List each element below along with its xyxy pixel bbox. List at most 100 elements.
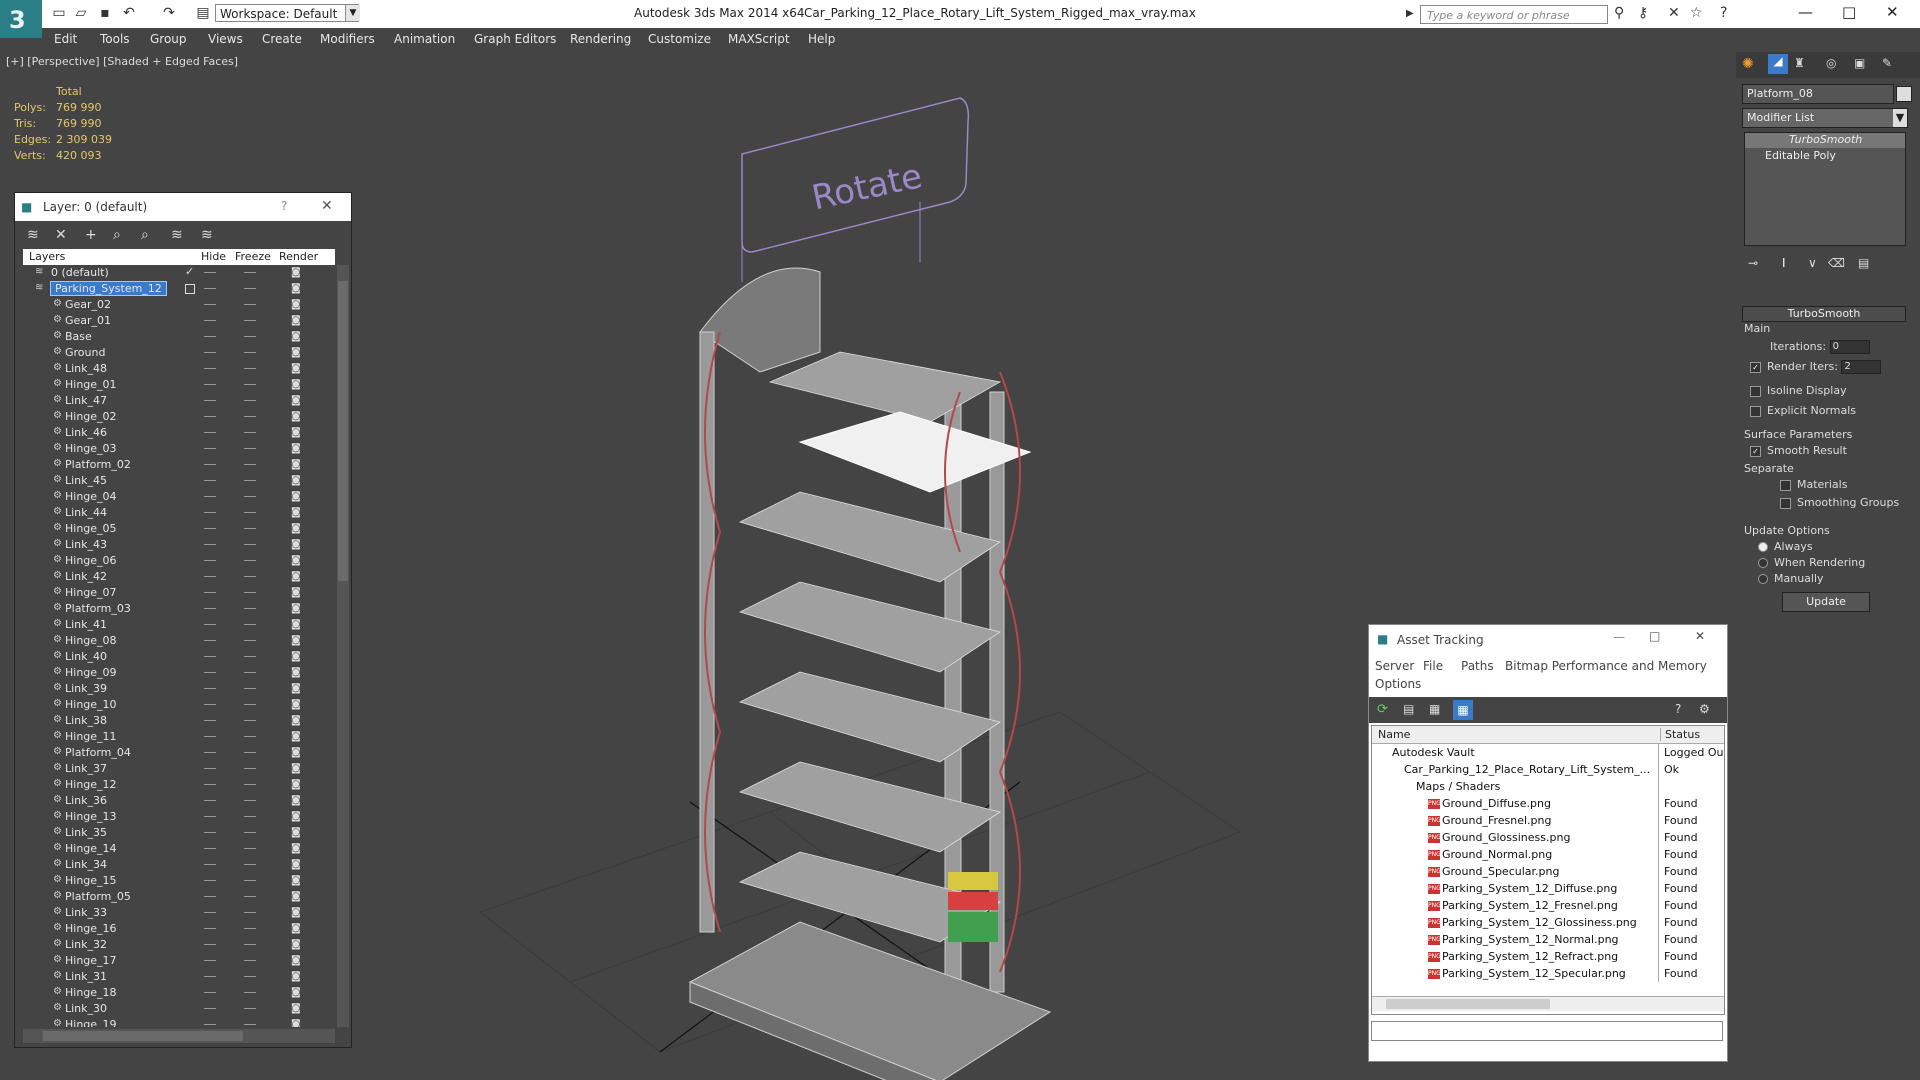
render-teapot-icon[interactable]: ◙ bbox=[291, 267, 301, 278]
manually-radio[interactable] bbox=[1758, 574, 1768, 584]
layer-row[interactable]: ⚙ Hinge_06 ◙ bbox=[23, 553, 335, 569]
layer-row[interactable]: ⚙ Hinge_09 ◙ bbox=[23, 665, 335, 681]
freeze-toggle[interactable] bbox=[244, 960, 256, 961]
layer-name[interactable]: Hinge_11 bbox=[65, 730, 117, 743]
scrollbar-thumb[interactable] bbox=[43, 1031, 243, 1041]
maximize-icon[interactable]: □ bbox=[1842, 3, 1856, 21]
asset-row[interactable]: PNGParking_System_12_Specular.png Found bbox=[1372, 965, 1724, 982]
layer-row[interactable]: ⚙ Hinge_01 ◙ bbox=[23, 377, 335, 393]
freeze-toggle[interactable] bbox=[244, 912, 256, 913]
freeze-toggle[interactable] bbox=[244, 784, 256, 785]
render-teapot-icon[interactable]: ◙ bbox=[291, 411, 301, 422]
freeze-toggle[interactable] bbox=[244, 560, 256, 561]
layer-row[interactable]: ⚙ Hinge_05 ◙ bbox=[23, 521, 335, 537]
help-icon[interactable]: ? bbox=[1720, 5, 1727, 21]
render-teapot-icon[interactable]: ◙ bbox=[291, 843, 301, 854]
hide-toggle[interactable] bbox=[204, 704, 216, 705]
help-icon[interactable]: ? bbox=[1675, 702, 1681, 716]
hide-toggle[interactable] bbox=[204, 608, 216, 609]
hierarchy-tab-icon[interactable]: ♜ bbox=[1794, 56, 1805, 70]
hide-toggle[interactable] bbox=[204, 848, 216, 849]
hide-toggle[interactable] bbox=[204, 976, 216, 977]
expand-search-icon[interactable]: ▶ bbox=[1406, 8, 1414, 19]
layer-row[interactable]: ⚙ Link_33 ◙ bbox=[23, 905, 335, 921]
layer-row[interactable]: ⚙ Link_37 ◙ bbox=[23, 761, 335, 777]
object-name-field[interactable]: Platform_08 bbox=[1742, 84, 1894, 104]
hide-toggle[interactable] bbox=[204, 400, 216, 401]
render-teapot-icon[interactable]: ◙ bbox=[291, 363, 301, 374]
layer-row[interactable]: ⚙ Link_30 ◙ bbox=[23, 1001, 335, 1017]
hide-toggle[interactable] bbox=[204, 480, 216, 481]
layer-row[interactable]: ⚙ Hinge_10 ◙ bbox=[23, 697, 335, 713]
layer-name[interactable]: Link_41 bbox=[65, 618, 107, 631]
asset-row[interactable]: Autodesk Vault Logged Ou bbox=[1372, 744, 1724, 761]
col-render[interactable]: Render bbox=[279, 250, 318, 263]
asset-row[interactable]: PNGParking_System_12_Diffuse.png Found bbox=[1372, 880, 1724, 897]
render-teapot-icon[interactable]: ◙ bbox=[291, 667, 301, 678]
render-teapot-icon[interactable]: ◙ bbox=[291, 971, 301, 982]
hide-toggle[interactable] bbox=[204, 816, 216, 817]
maximize-icon[interactable]: □ bbox=[1649, 629, 1660, 643]
layer-row[interactable]: ⚙ Link_32 ◙ bbox=[23, 937, 335, 953]
asset-row[interactable]: Car_Parking_12_Place_Rotary_Lift_System_… bbox=[1372, 761, 1724, 778]
hide-toggle[interactable] bbox=[204, 560, 216, 561]
freeze-toggle[interactable] bbox=[244, 768, 256, 769]
stack-item-editable-poly[interactable]: Editable Poly bbox=[1745, 149, 1905, 164]
layer-name[interactable]: Gear_02 bbox=[65, 298, 111, 311]
layer-row[interactable]: ⚙ Hinge_15 ◙ bbox=[23, 873, 335, 889]
table-view-icon[interactable]: ▦ bbox=[1453, 700, 1473, 720]
layer-row[interactable]: ⚙ Hinge_07 ◙ bbox=[23, 585, 335, 601]
hide-toggle[interactable] bbox=[204, 368, 216, 369]
hide-toggle[interactable] bbox=[204, 336, 216, 337]
layer-vertical-scrollbar[interactable] bbox=[337, 265, 349, 1027]
configure-sets-icon[interactable]: ▤ bbox=[1858, 256, 1869, 270]
layer-name[interactable]: Link_47 bbox=[65, 394, 107, 407]
hide-toggle[interactable] bbox=[204, 1008, 216, 1009]
freeze-toggle[interactable] bbox=[244, 528, 256, 529]
menu-maxscript[interactable]: MAXScript bbox=[728, 32, 790, 46]
hide-toggle[interactable] bbox=[204, 288, 216, 289]
asset-titlebar[interactable]: ■ Asset Tracking — □ ✕ bbox=[1369, 625, 1727, 653]
layer-name[interactable]: Link_38 bbox=[65, 714, 107, 727]
settings-icon[interactable]: ⚙ bbox=[1699, 702, 1710, 716]
freeze-toggle[interactable] bbox=[244, 1024, 256, 1025]
layer-row[interactable]: ⚙ Hinge_13 ◙ bbox=[23, 809, 335, 825]
freeze-toggle[interactable] bbox=[244, 928, 256, 929]
freeze-toggle[interactable] bbox=[244, 880, 256, 881]
object-color-swatch[interactable] bbox=[1896, 86, 1912, 102]
asset-row[interactable]: PNGGround_Normal.png Found bbox=[1372, 846, 1724, 863]
layer-name[interactable]: Link_37 bbox=[65, 762, 107, 775]
freeze-toggle[interactable] bbox=[244, 608, 256, 609]
layer-name[interactable]: Gear_01 bbox=[65, 314, 111, 327]
menu-animation[interactable]: Animation bbox=[394, 32, 455, 46]
layer-row[interactable]: ⚙ Ground ◙ bbox=[23, 345, 335, 361]
layer-name[interactable]: Link_44 bbox=[65, 506, 107, 519]
asset-menu-bitmap[interactable]: Bitmap Performance and Memory bbox=[1505, 659, 1707, 673]
render-teapot-icon[interactable]: ◙ bbox=[291, 603, 301, 614]
exchange-icon[interactable]: ✕ bbox=[1668, 5, 1680, 21]
hide-toggle[interactable] bbox=[204, 432, 216, 433]
render-teapot-icon[interactable]: ◙ bbox=[291, 731, 301, 742]
render-teapot-icon[interactable]: ◙ bbox=[291, 763, 301, 774]
layer-row[interactable]: ⚙ Link_45 ◙ bbox=[23, 473, 335, 489]
hide-toggle[interactable] bbox=[204, 832, 216, 833]
menu-customize[interactable]: Customize bbox=[648, 32, 711, 46]
menu-group[interactable]: Group bbox=[150, 32, 187, 46]
binoculars-icon[interactable]: ⚲ bbox=[1614, 5, 1624, 21]
render-teapot-icon[interactable]: ◙ bbox=[291, 475, 301, 486]
freeze-toggle[interactable] bbox=[244, 400, 256, 401]
select-in-layer-icon[interactable]: ⌕ bbox=[113, 227, 121, 243]
hide-toggle[interactable] bbox=[204, 352, 216, 353]
hide-toggle[interactable] bbox=[204, 960, 216, 961]
project-folder-icon[interactable]: ▤ bbox=[194, 4, 212, 22]
hide-toggle[interactable] bbox=[204, 928, 216, 929]
render-teapot-icon[interactable]: ◙ bbox=[291, 619, 301, 630]
render-teapot-icon[interactable]: ◙ bbox=[291, 683, 301, 694]
layer-row[interactable]: ⚙ Link_41 ◙ bbox=[23, 617, 335, 633]
layer-row[interactable]: ⚙ Link_46 ◙ bbox=[23, 425, 335, 441]
layer-name[interactable]: Link_43 bbox=[65, 538, 107, 551]
asset-row[interactable]: PNGParking_System_12_Glossiness.png Found bbox=[1372, 914, 1724, 931]
layer-name[interactable]: Link_36 bbox=[65, 794, 107, 807]
hide-toggle[interactable] bbox=[204, 592, 216, 593]
menu-rendering[interactable]: Rendering bbox=[570, 32, 631, 46]
